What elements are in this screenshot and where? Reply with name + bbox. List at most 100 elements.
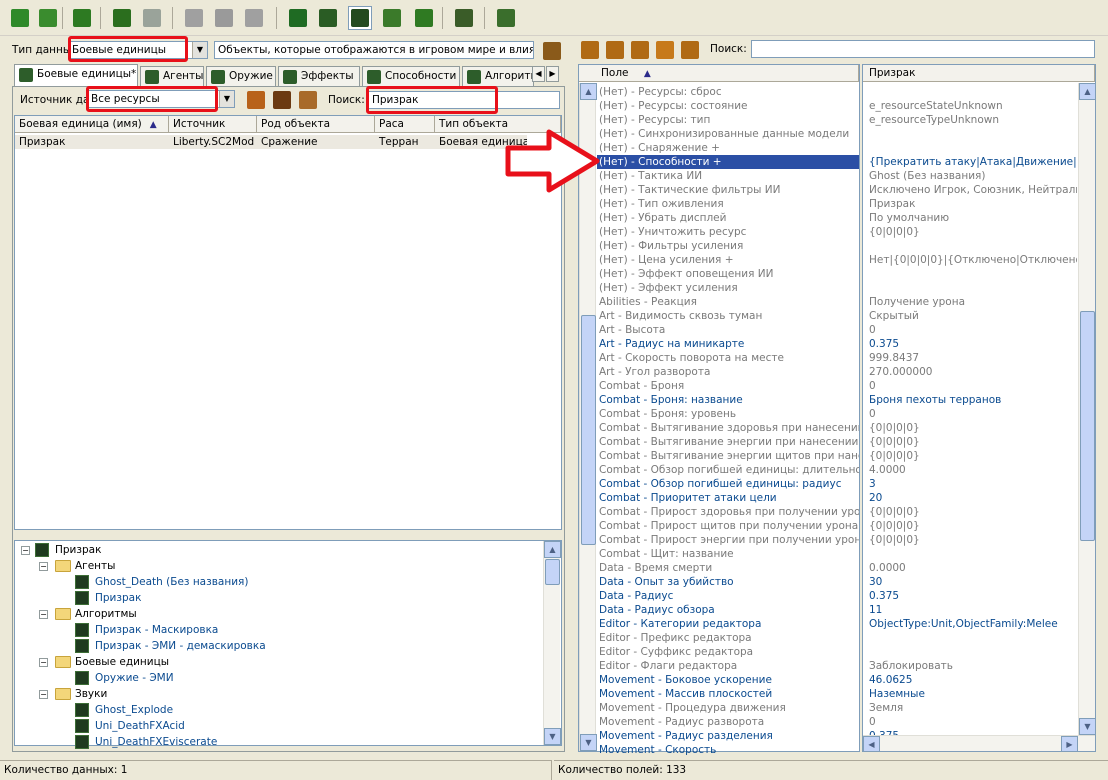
value-row[interactable]: 999.8437 [863,351,1077,365]
field-row[interactable]: Data - Время смерти [597,561,859,575]
tab-0[interactable]: Боевые единицы* [14,64,138,86]
field-row[interactable]: (Нет) - Снаряжение + [597,141,859,155]
field-row[interactable]: Art - Высота [597,323,859,337]
value-row[interactable]: 0 [863,379,1077,393]
field-row[interactable]: Data - Радиус [597,589,859,603]
tab-2[interactable]: Оружие [206,66,276,86]
redo-button[interactable] [140,6,164,30]
field-row[interactable]: Combat - Обзор погибшей единицы: длитель… [597,463,859,477]
value-row[interactable]: ObjectType:Unit,ObjectFamily:Melee [863,617,1077,631]
tree-item[interactable]: Призрак - Маскировка [95,623,218,638]
scroll-up-icon[interactable]: ▲ [1079,83,1096,100]
collapse-icon[interactable]: − [21,546,30,555]
data-button[interactable] [348,6,372,30]
field-row[interactable]: (Нет) - Фильтры усиления [597,239,859,253]
list-column-header[interactable]: Боевая единица (имя) ▲ [15,116,169,132]
value-row[interactable]: {0|0|0|0} [863,533,1077,547]
value-row[interactable]: Скрытый [863,309,1077,323]
filter-button-2[interactable] [270,88,294,112]
field-row[interactable]: Combat - Прирост энергии при получении у… [597,533,859,547]
value-row[interactable]: Нет|{0|0|0|0}|{Отключено|Отключено|Отклю… [863,253,1077,267]
scroll-down-icon[interactable]: ▼ [544,728,561,745]
value-row[interactable] [863,631,1077,645]
tree-item[interactable]: Оружие - ЭМИ [95,671,174,686]
value-row[interactable]: 0 [863,715,1077,729]
filter-button-3[interactable] [296,88,320,112]
list-column-header[interactable]: Источник [169,116,257,132]
tree-item[interactable]: Uni_DeathFXEviscerate [95,735,217,750]
field-row[interactable]: (Нет) - Уничтожить ресурс [597,225,859,239]
tab-3[interactable]: Эффекты [278,66,360,86]
value-row[interactable] [863,547,1077,561]
field-list[interactable]: Поле ▲ (Нет) - Ресурсы: сброс (Нет) - Рес… [578,64,860,756]
value-list-scrollbar[interactable]: ▲ ▼ [1078,83,1096,735]
tree-item[interactable]: Uni_DeathFXAcid [95,719,185,734]
value-row[interactable]: Заблокировать [863,659,1077,673]
tree-group[interactable]: Агенты [75,559,115,574]
tab-1[interactable]: Агенты [140,66,204,86]
collapse-icon[interactable]: − [39,658,48,667]
field-row[interactable]: (Нет) - Цена усиления + [597,253,859,267]
field-row[interactable]: Movement - Скорость [597,743,859,757]
right-search-input[interactable] [751,40,1095,58]
scroll-left-icon[interactable]: ◀ [863,736,880,752]
field-row[interactable]: (Нет) - Убрать дисплей [597,211,859,225]
value-row[interactable]: Ghost (Без названия) [863,169,1077,183]
field-row[interactable]: (Нет) - Тип оживления [597,197,859,211]
value-row[interactable]: {0|0|0|0} [863,435,1077,449]
field-row[interactable]: Editor - Префикс редактора [597,631,859,645]
tab-scroll-left[interactable]: ◀ [532,66,545,82]
terrain-button[interactable] [286,6,310,30]
filter-button-1[interactable] [244,88,268,112]
value-row[interactable]: 30 [863,575,1077,589]
field-row[interactable]: Art - Угол разворота [597,365,859,379]
scroll-up-icon[interactable]: ▲ [544,541,561,558]
value-row[interactable] [863,141,1077,155]
value-row[interactable]: Земля [863,701,1077,715]
new-button[interactable] [8,6,32,30]
field-row[interactable]: (Нет) - Эффект оповещения ИИ [597,267,859,281]
tree-item[interactable]: Призрак - ЭМИ - демаскировка [95,639,266,654]
value-row[interactable] [863,85,1077,99]
collapse-icon[interactable]: − [39,690,48,699]
tree-group[interactable]: Звуки [75,687,107,702]
value-row[interactable]: {0|0|0|0} [863,505,1077,519]
copy-button[interactable] [212,6,236,30]
table-row[interactable]: Призрак Liberty.SC2Mod Сражение Терран Боева… [15,135,527,149]
value-row[interactable]: 3 [863,477,1077,491]
undo-button[interactable] [110,6,134,30]
value-row[interactable]: 20 [863,491,1077,505]
scroll-down-icon[interactable]: ▼ [1079,718,1096,735]
value-row[interactable]: 0.375 [863,337,1077,351]
field-row[interactable]: (Нет) - Синхронизированные данные модели [597,127,859,141]
field-row[interactable]: Abilities - Реакция [597,295,859,309]
field-row[interactable]: Movement - Радиус разделения [597,729,859,743]
value-row[interactable]: 0.0000 [863,561,1077,575]
field-row[interactable]: (Нет) - Эффект усиления [597,281,859,295]
value-row[interactable]: e_resourceTypeUnknown [863,113,1077,127]
value-row[interactable]: Броня пехоты терранов [863,393,1077,407]
value-row[interactable]: {0|0|0|0} [863,225,1077,239]
save-button[interactable] [70,6,94,30]
dependency-tree[interactable]: − Призрак − Агенты Ghost_Death (Без названия… [14,540,562,749]
chevron-down-icon[interactable]: ▼ [192,42,207,58]
value-row[interactable]: Получение урона [863,295,1077,309]
value-row[interactable]: Наземные [863,687,1077,701]
field-row[interactable]: Combat - Броня: название [597,393,859,407]
scroll-thumb[interactable] [545,559,560,585]
value-list-hscrollbar[interactable]: ◀ ▶ [863,735,1095,752]
open-button[interactable] [36,6,60,30]
field-row[interactable]: (Нет) - Ресурсы: состояние [597,99,859,113]
value-row[interactable]: 46.0625 [863,673,1077,687]
chevron-down-icon[interactable]: ▼ [219,91,234,107]
field-row[interactable]: (Нет) - Способности + [597,155,859,169]
field-row[interactable]: Art - Скорость поворота на месте [597,351,859,365]
value-row[interactable]: {Прекратить атаку|Атака|Движение|Призрак [863,155,1077,169]
tab-4[interactable]: Способности [362,66,460,86]
value-row[interactable]: 4.0000 [863,463,1077,477]
tree-root[interactable]: Призрак [55,543,101,558]
view-sorted-button[interactable] [678,38,702,62]
field-row[interactable]: Combat - Прирост щитов при получении уро… [597,519,859,533]
field-row[interactable]: Combat - Броня [597,379,859,393]
view-raw-button[interactable] [628,38,652,62]
